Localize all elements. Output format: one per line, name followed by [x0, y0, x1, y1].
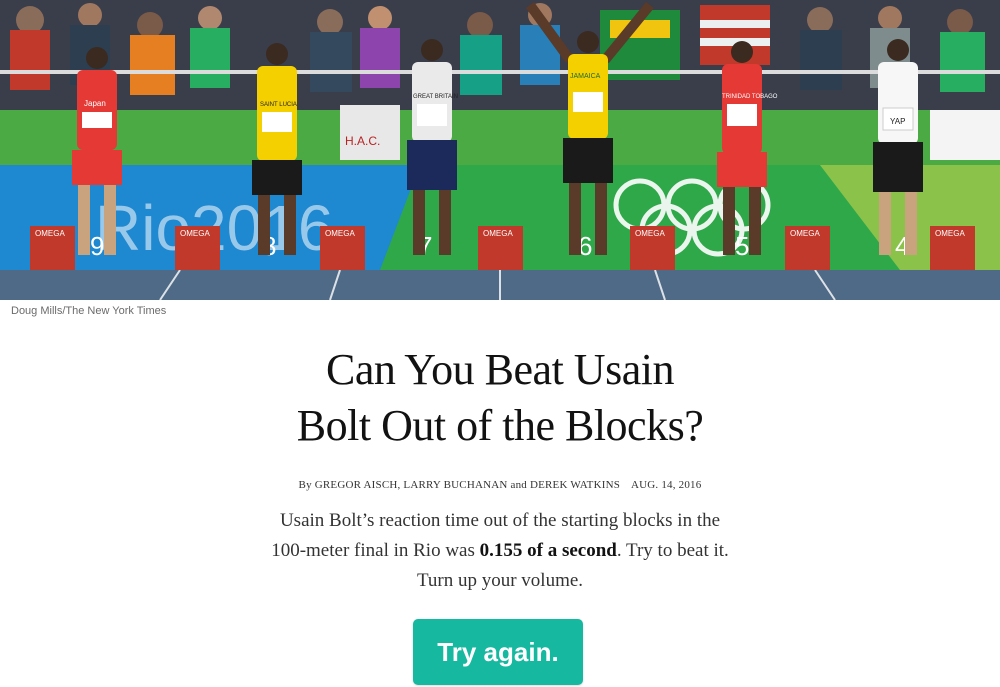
svg-text:TRINIDAD TOBAGO: TRINIDAD TOBAGO [722, 94, 778, 100]
svg-text:5: 5 [735, 231, 749, 261]
svg-text:OMEGA: OMEGA [180, 229, 210, 238]
svg-text:JAMAICA: JAMAICA [570, 73, 601, 80]
svg-text:OMEGA: OMEGA [483, 229, 513, 238]
headline-line-1: Can You Beat Usain [326, 345, 674, 394]
summary-line-3: Turn up your volume. [416, 570, 584, 591]
hero-photo: H.A.C. Rio2016 OMEGA OMEGA OMEGA OMEGA O… [0, 0, 1000, 300]
svg-text:OMEGA: OMEGA [935, 229, 965, 238]
svg-text:OMEGA: OMEGA [635, 229, 665, 238]
sign-text: H.A.C. [345, 134, 380, 148]
reaction-time-value: 0.155 of a second [479, 540, 617, 561]
byline-date: AUG. 14, 2016 [631, 479, 702, 491]
summary-line-2-text: 100-meter final in Rio was [271, 540, 480, 561]
svg-text:Japan: Japan [84, 99, 106, 108]
svg-text:GREAT BRITAIN: GREAT BRITAIN [413, 94, 458, 100]
svg-text:9: 9 [90, 231, 104, 261]
summary-line-2: 100-meter final in Rio was 0.155 of a se… [0, 536, 1000, 566]
svg-text:OMEGA: OMEGA [790, 229, 820, 238]
summary: Usain Bolt’s reaction time out of the st… [0, 506, 1000, 596]
summary-line-1: Usain Bolt’s reaction time out of the st… [279, 510, 721, 531]
byline-authors: By GREGOR AISCH, LARRY BUCHANAN and DERE… [298, 479, 621, 491]
headline: Can You Beat Usain Bolt Out of the Block… [0, 342, 1000, 454]
svg-text:SAINT LUCIA: SAINT LUCIA [260, 102, 297, 108]
svg-text:OMEGA: OMEGA [325, 229, 355, 238]
summary-line-2-end: . Try to beat it. [616, 540, 729, 561]
svg-text:OMEGA: OMEGA [35, 229, 65, 238]
try-again-button[interactable]: Try again. [413, 619, 583, 685]
byline: By GREGOR AISCH, LARRY BUCHANAN and DERE… [0, 479, 1000, 491]
photo-credit: Doug Mills/The New York Times [11, 305, 167, 317]
svg-text:YAP: YAP [890, 117, 905, 126]
headline-line-2: Bolt Out of the Blocks? [296, 401, 704, 450]
